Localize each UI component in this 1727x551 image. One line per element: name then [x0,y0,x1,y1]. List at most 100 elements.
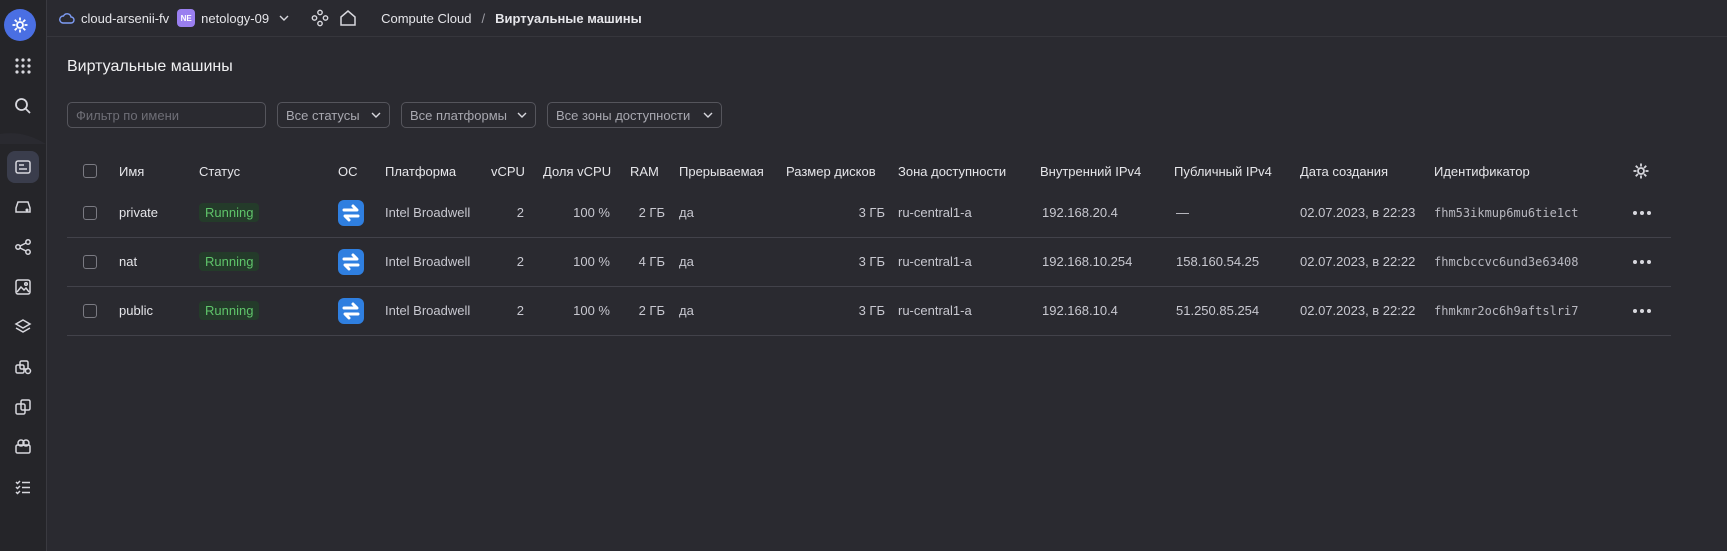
vcpu-value: 2 [516,205,524,220]
folder-name: netology-09 [201,10,270,26]
created-date-value: 02.07.2023, в 22:22 [1300,254,1416,269]
ram-value: 4 ГБ [638,254,665,269]
vcpu-value: 2 [516,303,524,318]
os-icon [338,286,364,335]
disk-size-value: 3 ГБ [858,303,885,318]
instance-groups-nav-icon[interactable] [7,351,39,383]
placement-groups-nav-icon[interactable] [7,391,39,423]
col-internal-ip[interactable]: Внутренний IPv4 [1040,154,1141,188]
filters-bar: Все статусы Все платформы Все зоны досту… [67,102,722,128]
status-badge: Running [199,301,260,320]
platform-value: Intel Broadwell [385,303,471,318]
dedicated-hosts-nav-icon[interactable] [7,431,39,463]
zone-value: ru-central1-a [898,254,972,269]
select-all-checkbox[interactable] [83,154,97,188]
status-cell: Running [199,286,260,335]
col-status[interactable]: Статус [199,154,240,188]
cloud-name: cloud-arsenii-fv [81,10,170,26]
network-nav-icon[interactable] [7,231,39,263]
chevron-down-icon [703,112,713,118]
internal-ip-value: 192.168.20.4 [1042,205,1118,220]
all-services-grid-icon[interactable] [7,50,39,82]
os-icon [338,188,364,237]
col-public-ip[interactable]: Публичный IPv4 [1174,154,1272,188]
platform-filter-dropdown[interactable]: Все платформы [401,102,536,128]
os-icon [338,237,364,286]
status-filter-label: Все статусы [286,107,360,123]
col-vcpu[interactable]: vCPU [491,154,525,188]
vcpu-value: 2 [516,254,524,269]
vm-id-value: fhmcbccvc6und3e63408 [1434,254,1579,269]
vm-id-value: fhm53ikmup6mu6tie1ct [1434,205,1579,220]
zone-value: ru-central1-a [898,205,972,220]
services-logo-icon[interactable] [4,9,36,41]
col-os[interactable]: ОС [338,154,358,188]
platform-filter-label: Все платформы [410,107,507,123]
breadcrumb-service[interactable]: Compute Cloud [381,11,471,26]
ram-value: 2 ГБ [638,205,665,220]
preemptible-value: да [679,205,694,220]
row-checkbox[interactable] [83,237,97,286]
vcpu-share-value: 100 % [573,254,610,269]
folder-selector[interactable]: NE netology-09 [177,9,289,27]
public-ip-value: — [1176,205,1189,220]
name-filter-input[interactable] [67,102,266,128]
row-actions-more-icon[interactable] [1633,237,1651,286]
left-sidebar [0,0,47,551]
col-preemptible[interactable]: Прерываемая [679,154,764,188]
internal-ip-value: 192.168.10.4 [1042,303,1118,318]
folder-badge: NE [177,9,196,27]
col-disk-size[interactable]: Размер дисков [786,154,876,188]
disks-nav-icon[interactable] [7,191,39,223]
col-id[interactable]: Идентификатор [1434,154,1530,188]
vm-id-value: fhmkmr2oc6h9aftslri7 [1434,303,1579,318]
col-platform[interactable]: Платформа [385,154,456,188]
service-graph-icon[interactable] [311,9,329,27]
chevron-down-icon [517,112,527,118]
page-title: Виртуальные машины [67,58,233,75]
col-vcpu-share[interactable]: Доля vCPU [543,154,611,188]
status-cell: Running [199,237,260,286]
operations-nav-icon[interactable] [7,471,39,503]
preemptible-value: да [679,303,694,318]
zone-filter-label: Все зоны доступности [556,107,691,123]
vm-name[interactable]: nat [119,237,137,286]
search-icon[interactable] [7,90,39,122]
cloud-selector[interactable]: cloud-arsenii-fv [59,11,169,26]
disk-size-value: 3 ГБ [858,205,885,220]
snapshots-nav-icon[interactable] [7,311,39,343]
created-date-value: 02.07.2023, в 22:22 [1300,303,1416,318]
vm-name[interactable]: public [119,286,153,335]
vcpu-share-value: 100 % [573,303,610,318]
row-checkbox[interactable] [83,286,97,335]
row-actions-more-icon[interactable] [1633,188,1651,237]
status-badge: Running [199,252,260,271]
table-settings-gear-icon[interactable] [1632,154,1650,188]
status-cell: Running [199,188,260,237]
top-bar: cloud-arsenii-fv NE netology-09 Compute … [47,0,1727,37]
images-nav-icon[interactable] [7,271,39,303]
table-header: Имя Статус ОС Платформа vCPU Доля vCPU R… [67,154,1671,188]
cloud-icon [59,13,75,24]
vcpu-share-value: 100 % [573,205,610,220]
col-zone[interactable]: Зона доступности [898,154,1006,188]
col-created[interactable]: Дата создания [1300,154,1388,188]
row-actions-more-icon[interactable] [1633,286,1651,335]
status-filter-dropdown[interactable]: Все статусы [277,102,390,128]
home-icon[interactable] [339,9,357,27]
public-ip-value: 51.250.85.254 [1176,303,1260,318]
internal-ip-value: 192.168.10.254 [1042,254,1133,269]
col-name[interactable]: Имя [119,154,144,188]
table-row[interactable]: private Running Intel Broadwell 2 100 % … [67,188,1671,238]
sidebar-divider-curve [0,133,46,144]
col-ram[interactable]: RAM [630,154,659,188]
breadcrumb-separator: / [481,10,486,26]
table-row[interactable]: public Running Intel Broadwell 2 100 % 2… [67,286,1671,336]
status-badge: Running [199,203,260,222]
table-row[interactable]: nat Running Intel Broadwell 2 100 % 4 ГБ… [67,237,1671,287]
zone-filter-dropdown[interactable]: Все зоны доступности [547,102,722,128]
breadcrumb-current: Виртуальные машины [495,10,642,26]
row-checkbox[interactable] [83,188,97,237]
virtual-machines-nav-icon[interactable] [7,151,39,183]
vm-name[interactable]: private [119,188,158,237]
